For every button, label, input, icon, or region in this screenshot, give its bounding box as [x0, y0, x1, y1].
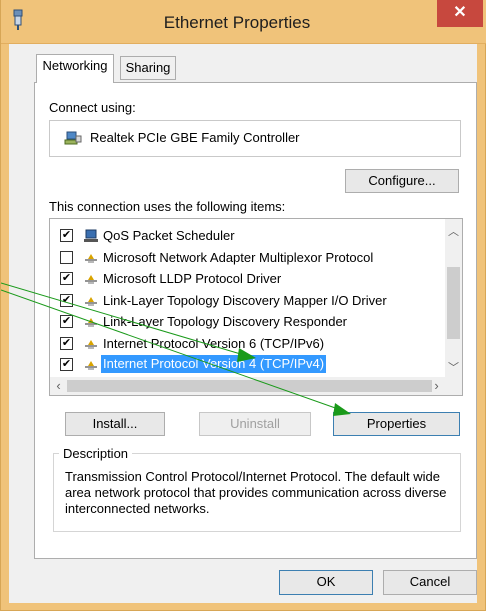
item-label: Link-Layer Topology Discovery Mapper I/O… [103, 292, 387, 308]
item-label: Internet Protocol Version 4 (TCP/IPv4) [101, 355, 327, 373]
item-checkbox[interactable] [60, 250, 73, 264]
item-checkbox[interactable]: ✔ [60, 293, 73, 307]
description-legend: Description [59, 446, 133, 461]
horizontal-scroll-thumb[interactable] [67, 380, 432, 392]
scroll-right-icon[interactable]: › [428, 378, 445, 393]
properties-button[interactable]: Properties [333, 412, 460, 436]
window-frame-right [477, 44, 485, 610]
protocol-icon [85, 361, 97, 370]
list-item[interactable]: ✔ Link-Layer Topology Discovery Responder [50, 311, 446, 333]
list-item[interactable]: ✔ Microsoft LLDP Protocol Driver [50, 268, 446, 290]
window-frame-left [1, 44, 9, 610]
protocol-icon [85, 318, 97, 327]
items-label: This connection uses the following items… [49, 199, 286, 214]
item-label: QoS Packet Scheduler [103, 228, 235, 243]
network-adapter-icon [64, 131, 82, 145]
scroll-left-icon[interactable]: ‹ [50, 378, 67, 393]
tab-sharing[interactable]: Sharing [120, 56, 176, 80]
adapter-box: Realtek PCIe GBE Family Controller [49, 120, 461, 157]
item-label: Internet Protocol Version 6 (TCP/IPv6) [103, 335, 325, 351]
item-label: Microsoft Network Adapter Multiplexor Pr… [103, 249, 374, 265]
item-checkbox[interactable]: ✔ [60, 336, 73, 350]
ethernet-properties-window: Ethernet Properties ✕ Networking Sharing… [0, 0, 486, 611]
scrollbar-corner [445, 377, 462, 395]
window-title: Ethernet Properties [163, 13, 311, 32]
list-item[interactable]: ✔ QoS Packet Scheduler [50, 225, 446, 247]
configure-button[interactable]: Configure... [345, 169, 459, 193]
item-checkbox[interactable]: ✔ [60, 272, 73, 285]
description-text: Transmission Control Protocol/Internet P… [65, 469, 447, 516]
list-item[interactable]: Microsoft Network Adapter Multiplexor Pr… [50, 247, 446, 269]
adapter-name: Realtek PCIe GBE Family Controller [90, 130, 300, 145]
list-item[interactable]: ✔ Link-Layer Topology Discovery Mapper I/… [50, 290, 446, 312]
cancel-button[interactable]: Cancel [383, 570, 477, 595]
ok-button[interactable]: OK [279, 570, 373, 595]
vertical-scroll-thumb[interactable] [447, 267, 460, 339]
list-item[interactable]: ✔ Internet Protocol Version 4 (TCP/IPv4) [50, 354, 446, 376]
connect-using-label: Connect using: [49, 100, 136, 115]
item-label: Microsoft LLDP Protocol Driver [103, 271, 282, 286]
title-bar[interactable]: Ethernet Properties ✕ [1, 0, 486, 44]
uninstall-button[interactable]: Uninstall [199, 412, 311, 436]
item-checkbox[interactable]: ✔ [60, 229, 73, 242]
protocol-icon [85, 339, 97, 348]
protocol-icon [85, 275, 97, 284]
computer-network-icon [84, 229, 98, 242]
protocol-icon [85, 253, 97, 262]
install-button[interactable]: Install... [65, 412, 165, 436]
close-button[interactable]: ✕ [437, 0, 483, 27]
tab-networking[interactable]: Networking [36, 54, 114, 83]
protocol-icon [85, 296, 97, 305]
item-checkbox[interactable]: ✔ [60, 358, 73, 371]
window-frame-bottom [1, 603, 485, 610]
components-list[interactable]: ✔ QoS Packet Scheduler Microsoft Network A… [49, 218, 463, 396]
list-item[interactable]: ✔ Internet Protocol Version 6 (TCP/IPv6) [50, 333, 446, 355]
vertical-scrollbar[interactable]: ︿ ﹀ [445, 219, 462, 377]
horizontal-scrollbar[interactable]: ‹ › [50, 377, 445, 395]
item-checkbox[interactable]: ✔ [60, 315, 73, 328]
scroll-up-icon[interactable]: ︿ [445, 223, 462, 239]
item-label: Link-Layer Topology Discovery Responder [103, 314, 347, 329]
scroll-down-icon[interactable]: ﹀ [445, 359, 462, 375]
